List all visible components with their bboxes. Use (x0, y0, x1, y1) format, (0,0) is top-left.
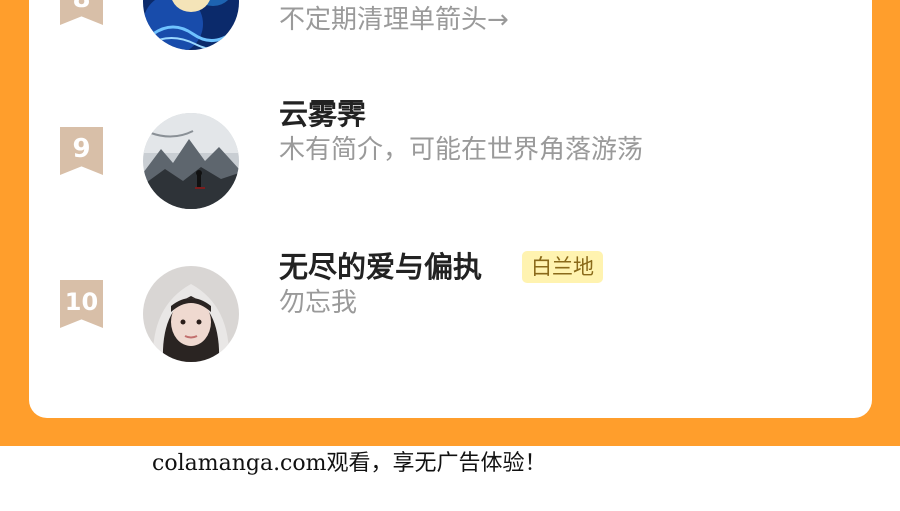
user-bio: 木有简介，可能在世界角落游荡 (279, 135, 644, 165)
rank-badge: 10 (60, 280, 103, 328)
user-name: 云雾霁 (279, 97, 367, 131)
rank-number: 10 (64, 288, 99, 316)
ranking-row-9[interactable]: 9 云雾霁 木有简介，可能在世界角落游荡 (29, 97, 872, 213)
rank-badge: 9 (60, 127, 103, 175)
avatar-blue-character-icon[interactable] (143, 0, 239, 50)
user-tag-badge: 白兰地 (522, 251, 603, 283)
rank-number: 9 (72, 134, 91, 164)
user-bio: 不定期清理单箭头→ (279, 5, 509, 35)
rank-badge: 8 (60, 0, 103, 25)
avatar-girl-portrait-icon[interactable] (143, 266, 239, 362)
user-bio: 勿忘我 (279, 288, 358, 318)
ranking-row-10[interactable]: 10 无尽的爱与偏执 白兰地 勿忘我 (29, 250, 872, 366)
user-name: 无尽的爱与偏执 (279, 250, 483, 284)
rank-number: 8 (60, 0, 103, 13)
footer-promo-text: colamanga.com观看，享无广告体验！ (152, 451, 547, 476)
avatar-misty-landscape-icon[interactable] (143, 113, 239, 209)
ranking-row-8[interactable]: 8 不定期清理单箭头→ (29, 0, 872, 67)
ranking-card: 8 不定期清理单箭头→ 9 (29, 0, 872, 418)
